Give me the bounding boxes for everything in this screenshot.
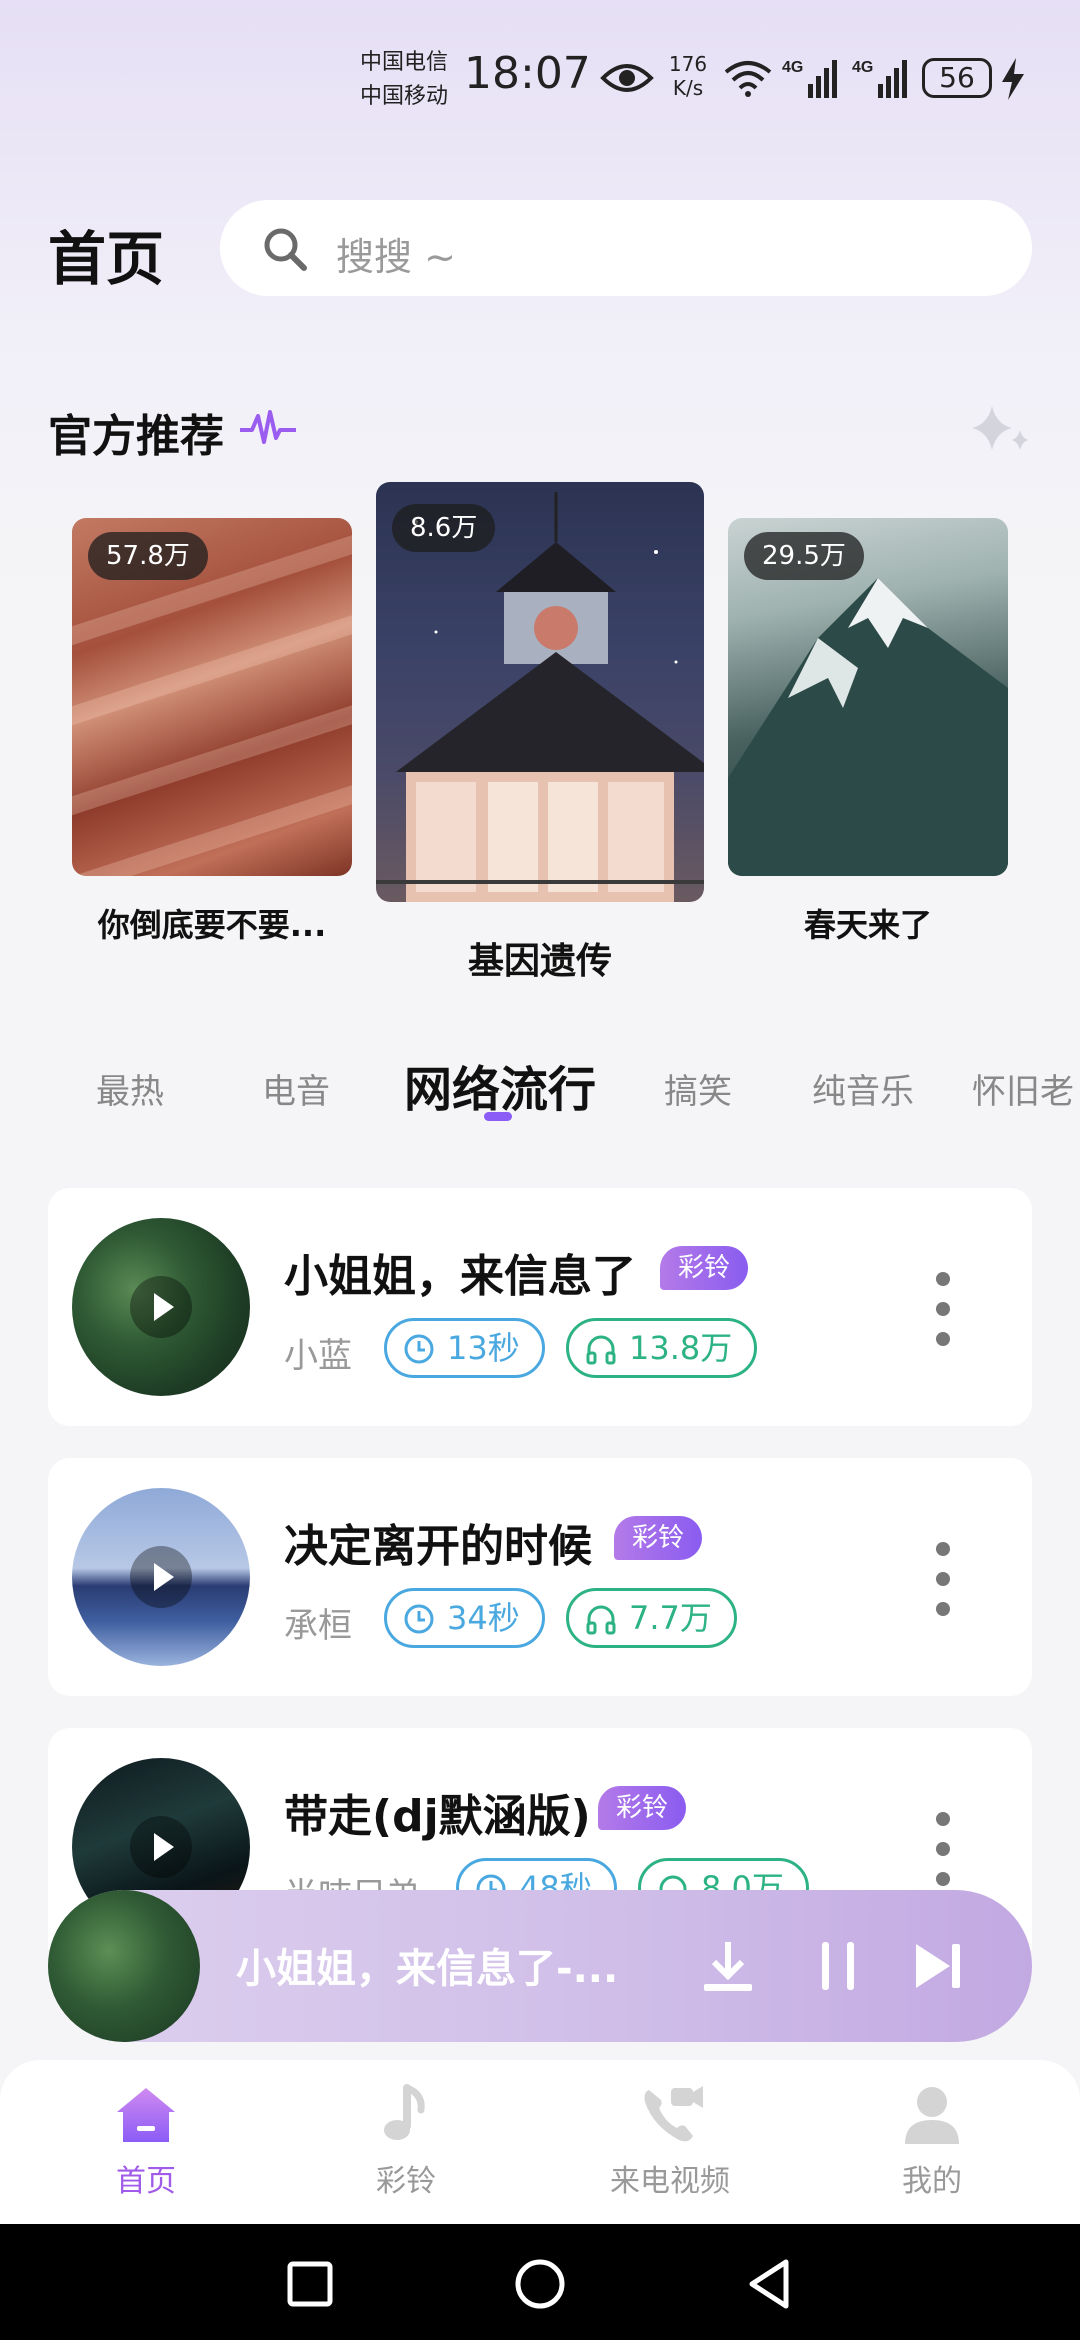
song-artist: 小蓝 xyxy=(284,1336,352,1376)
ringtone-badge: 彩铃 xyxy=(598,1786,687,1830)
system-nav-bar xyxy=(0,2224,1080,2340)
mini-player[interactable]: 小姐姐，来信息了-... xyxy=(48,1890,1032,2042)
play-icon[interactable] xyxy=(130,1276,192,1338)
page-title: 首页 xyxy=(48,225,165,293)
tab-internet-pop[interactable]: 网络流行 xyxy=(404,1050,596,1120)
tab-electronic[interactable]: 电音 xyxy=(262,1064,330,1113)
headphones-icon xyxy=(586,1335,616,1365)
home-button-icon[interactable] xyxy=(510,2254,570,2314)
plays-pill: 7.7万 xyxy=(566,1588,737,1648)
tab-nostalgic[interactable]: 怀旧老 xyxy=(972,1064,1074,1113)
sparkle-icon[interactable] xyxy=(966,400,1036,456)
more-options-icon[interactable] xyxy=(928,1542,958,1616)
clock: 18:07 xyxy=(464,48,591,99)
headphones-icon xyxy=(586,1605,616,1635)
song-title: 决定离开的时候 xyxy=(284,1521,592,1572)
video-call-icon xyxy=(644,2086,703,2142)
play-icon[interactable] xyxy=(130,1816,192,1878)
play-icon[interactable] xyxy=(130,1546,192,1608)
nav-label: 我的 xyxy=(902,2164,962,2199)
tab-indicator xyxy=(484,1112,512,1121)
plays-pill: 13.8万 xyxy=(566,1318,758,1378)
svg-text:4G: 4G xyxy=(782,59,803,76)
ringtone-badge: 彩铃 xyxy=(660,1246,749,1290)
download-icon[interactable] xyxy=(698,1936,758,1996)
eye-icon xyxy=(600,64,654,92)
home-icon xyxy=(117,2088,175,2142)
nav-ringtone[interactable]: 彩铃 xyxy=(326,2080,486,2220)
tab-funny[interactable]: 搞笑 xyxy=(664,1064,732,1113)
duration-pill: 34秒 xyxy=(384,1588,545,1648)
song-row[interactable]: 小姐姐，来信息了 彩铃 小蓝 13秒 13.8万 xyxy=(48,1188,1032,1426)
song-title: 小姐姐，来信息了 xyxy=(284,1251,636,1302)
player-cover[interactable] xyxy=(48,1890,200,2042)
svg-text:4G: 4G xyxy=(852,59,873,76)
song-row[interactable]: 决定离开的时候 彩铃 承桓 34秒 7.7万 xyxy=(48,1458,1032,1696)
carrier-1: 中国电信 xyxy=(360,50,449,75)
song-title: 带走(dj默涵版) xyxy=(284,1791,591,1842)
pause-icon[interactable] xyxy=(816,1938,860,1994)
more-options-icon[interactable] xyxy=(928,1812,958,1886)
nav-profile[interactable]: 我的 xyxy=(852,2080,1012,2220)
song-cover[interactable] xyxy=(72,1488,250,1666)
wifi-icon xyxy=(724,61,772,97)
more-options-icon[interactable] xyxy=(928,1272,958,1346)
charging-icon xyxy=(1002,58,1024,100)
clock-icon xyxy=(404,1334,434,1364)
tab-hottest[interactable]: 最热 xyxy=(96,1064,164,1113)
next-track-icon[interactable] xyxy=(910,1938,966,1994)
nav-home[interactable]: 首页 xyxy=(66,2080,226,2220)
playlist-name[interactable]: 你倒底要不要... xyxy=(72,900,352,946)
music-note-icon xyxy=(384,2084,425,2140)
bottom-nav: 首页 彩铃 来电视频 我的 xyxy=(0,2060,1080,2224)
nav-call-video[interactable]: 来电视频 xyxy=(590,2080,750,2220)
play-count-badge: 57.8万 xyxy=(88,532,208,580)
carrier-2: 中国移动 xyxy=(360,84,449,109)
playlist-name[interactable]: 春天来了 xyxy=(728,900,1008,946)
section-title: 官方推荐 xyxy=(48,411,224,462)
network-speed: 176 K/s xyxy=(668,52,708,100)
song-artist: 承桓 xyxy=(284,1606,352,1646)
nav-label: 首页 xyxy=(116,2164,176,2199)
nav-label: 来电视频 xyxy=(610,2164,730,2199)
clock-icon xyxy=(404,1604,434,1634)
search-input[interactable]: 搜搜 ~ xyxy=(220,200,1032,296)
playlist-name[interactable]: 基因遗传 xyxy=(376,932,704,984)
back-icon[interactable] xyxy=(740,2254,800,2314)
nav-label: 彩铃 xyxy=(376,2164,436,2199)
carrier-labels: 中国电信 中国移动 xyxy=(360,46,460,114)
play-count-badge: 29.5万 xyxy=(744,532,864,580)
status-bar: 中国电信 中国移动 18:07 176 K/s 4G 4G 56 xyxy=(0,0,1080,150)
waveform-icon xyxy=(240,410,296,444)
playlist-cover[interactable]: 57.8万 xyxy=(72,518,352,876)
duration-pill: 13秒 xyxy=(384,1318,545,1378)
recents-icon[interactable] xyxy=(280,2254,340,2314)
signal-icon: 4G xyxy=(782,59,837,98)
signal-icon: 4G xyxy=(852,59,907,98)
playlist-cover[interactable]: 8.6万 xyxy=(376,482,704,902)
player-title[interactable]: 小姐姐，来信息了-... xyxy=(236,1936,618,1994)
battery-icon: 56 xyxy=(922,58,992,98)
play-count-badge: 8.6万 xyxy=(392,504,496,552)
search-icon xyxy=(264,228,307,271)
ringtone-badge: 彩铃 xyxy=(614,1516,703,1560)
search-placeholder: 搜搜 ~ xyxy=(336,235,456,279)
playlist-cover[interactable]: 29.5万 xyxy=(728,518,1008,876)
profile-icon xyxy=(905,2087,959,2144)
tab-pure-music[interactable]: 纯音乐 xyxy=(812,1064,914,1113)
song-cover[interactable] xyxy=(72,1218,250,1396)
